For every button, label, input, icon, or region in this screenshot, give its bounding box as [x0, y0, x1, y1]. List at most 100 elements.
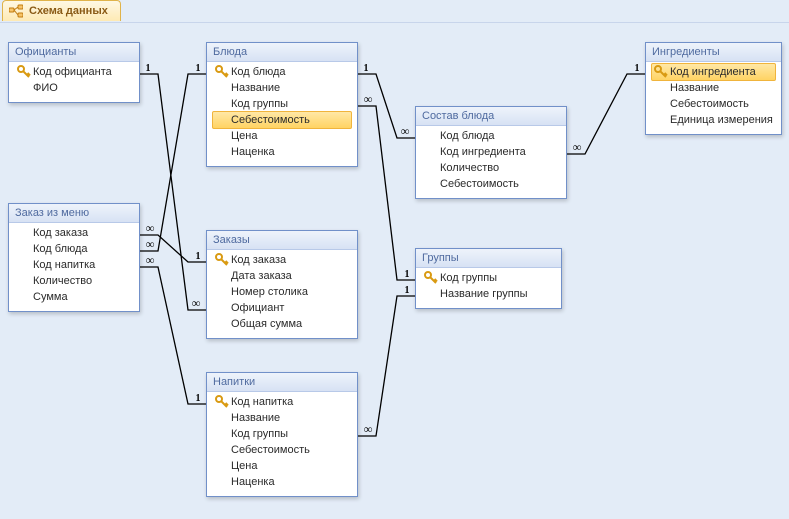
key-slot — [17, 258, 31, 272]
field-row[interactable]: Код группы — [213, 426, 351, 442]
field-name: Наценка — [231, 474, 275, 490]
field-row[interactable]: Сумма — [15, 289, 133, 305]
field-row[interactable]: Количество — [422, 160, 560, 176]
field-row[interactable]: Код заказа — [213, 252, 351, 268]
field-row[interactable]: Единица измерения — [652, 112, 775, 128]
table-sostav_bluda[interactable]: Состав блюда Код блюдаКод ингредиентаКоли… — [415, 106, 567, 199]
table-header[interactable]: Ингредиенты — [646, 43, 781, 62]
table-ingredienty[interactable]: ИнгредиентыКод ингредиентаНазваниеСебест… — [645, 42, 782, 135]
table-ofitsianty[interactable]: ОфициантыКод официантаФИО — [8, 42, 140, 103]
field-row[interactable]: ФИО — [15, 80, 133, 96]
svg-text:∞: ∞ — [146, 237, 155, 251]
key-slot — [17, 242, 31, 256]
field-list: Код официантаФИО — [9, 62, 139, 102]
field-row[interactable]: Код блюда — [213, 64, 351, 80]
field-name: Код группы — [231, 426, 288, 442]
field-row[interactable]: Цена — [213, 458, 351, 474]
field-name: Название — [231, 80, 280, 96]
svg-text:∞: ∞ — [146, 253, 155, 267]
field-row[interactable]: Себестоимость — [212, 111, 352, 129]
table-header[interactable]: Заказ из меню — [9, 204, 139, 223]
field-name: Код блюда — [440, 128, 495, 144]
key-slot — [17, 290, 31, 304]
field-row[interactable]: Название — [652, 80, 775, 96]
table-bluda[interactable]: БлюдаКод блюдаНазваниеКод группыСебестои… — [206, 42, 358, 167]
field-name: Код ингредиента — [670, 64, 756, 80]
field-row[interactable]: Код напитка — [213, 394, 351, 410]
table-napitki[interactable]: НапиткиКод напиткаНазваниеКод группыСебе… — [206, 372, 358, 497]
field-name: Код группы — [231, 96, 288, 112]
svg-text:1: 1 — [364, 63, 369, 74]
table-header[interactable]: Напитки — [207, 373, 357, 392]
field-row[interactable]: Код группы — [422, 270, 555, 286]
key-slot — [654, 81, 668, 95]
field-row[interactable]: Себестоимость — [422, 176, 560, 192]
field-row[interactable]: Название — [213, 410, 351, 426]
svg-text:1: 1 — [146, 63, 151, 74]
table-zakazy[interactable]: ЗаказыКод заказаДата заказаНомер столика… — [206, 230, 358, 339]
table-zakaz_iz_menu[interactable]: Заказ из менюКод заказаКод блюдаКод напи… — [8, 203, 140, 312]
field-name: Название группы — [440, 286, 528, 302]
field-row[interactable]: Код напитка — [15, 257, 133, 273]
field-row[interactable]: Код ингредиента — [651, 63, 776, 81]
field-row[interactable]: Наценка — [213, 474, 351, 490]
field-name: Сумма — [33, 289, 68, 305]
table-header[interactable]: Состав блюда — [416, 107, 566, 126]
field-row[interactable]: Дата заказа — [213, 268, 351, 284]
key-slot — [215, 285, 229, 299]
svg-text:∞: ∞ — [192, 296, 201, 310]
table-header[interactable]: Блюда — [207, 43, 357, 62]
field-row[interactable]: Себестоимость — [652, 96, 775, 112]
field-row[interactable]: Себестоимость — [213, 442, 351, 458]
svg-text:∞: ∞ — [364, 422, 373, 436]
key-icon — [17, 65, 31, 79]
field-row[interactable]: Общая сумма — [213, 316, 351, 332]
field-row[interactable]: Код заказа — [15, 225, 133, 241]
key-slot — [215, 269, 229, 283]
table-header[interactable]: Заказы — [207, 231, 357, 250]
field-row[interactable]: Код группы — [213, 96, 351, 112]
key-slot — [215, 427, 229, 441]
field-list: Код напиткаНазваниеКод группыСебестоимос… — [207, 392, 357, 496]
field-list: Код группыНазвание группы — [416, 268, 561, 308]
field-row[interactable]: Наценка — [213, 144, 351, 160]
field-row[interactable]: Официант — [213, 300, 351, 316]
field-row[interactable]: Название группы — [422, 286, 555, 302]
field-row[interactable]: Код блюда — [15, 241, 133, 257]
key-slot — [654, 97, 668, 111]
key-slot — [215, 129, 229, 143]
key-slot — [215, 443, 229, 457]
field-row[interactable]: Код ингредиента — [422, 144, 560, 160]
field-row[interactable]: Количество — [15, 273, 133, 289]
field-row[interactable]: Код блюда — [422, 128, 560, 144]
field-name: Код напитка — [231, 394, 293, 410]
table-gruppy[interactable]: ГруппыКод группыНазвание группы — [415, 248, 562, 309]
table-header[interactable]: Группы — [416, 249, 561, 268]
field-name: Код напитка — [33, 257, 95, 273]
field-name: Код группы — [440, 270, 497, 286]
svg-text:∞: ∞ — [401, 124, 410, 138]
table-header[interactable]: Официанты — [9, 43, 139, 62]
tab-bar: Схема данных — [0, 0, 789, 22]
field-row[interactable]: Код официанта — [15, 64, 133, 80]
field-name: Цена — [231, 128, 257, 144]
field-list: Код ингредиентаНазваниеСебестоимостьЕдин… — [646, 62, 781, 134]
key-icon — [215, 253, 229, 267]
svg-text:1: 1 — [196, 63, 201, 74]
field-name: Общая сумма — [231, 316, 302, 332]
field-row[interactable]: Номер столика — [213, 284, 351, 300]
field-name: ФИО — [33, 80, 58, 96]
field-row[interactable]: Цена — [213, 128, 351, 144]
field-list: Код блюдаНазваниеКод группыСебестоимость… — [207, 62, 357, 166]
field-name: Код блюда — [33, 241, 88, 257]
tab-schema[interactable]: Схема данных — [2, 0, 121, 21]
field-name: Код заказа — [33, 225, 88, 241]
field-list: Код заказаКод блюдаКод напиткаКоличество… — [9, 223, 139, 311]
field-row[interactable]: Название — [213, 80, 351, 96]
key-slot — [215, 113, 229, 127]
schema-canvas[interactable]: 1∞1∞1∞1∞1∞1∞1∞1∞ ОфициантыКод официантаФ… — [0, 22, 789, 518]
field-name: Единица измерения — [670, 112, 773, 128]
svg-text:∞: ∞ — [146, 221, 155, 235]
field-name: Название — [231, 410, 280, 426]
field-list: Код заказаДата заказаНомер столикаОфициа… — [207, 250, 357, 338]
